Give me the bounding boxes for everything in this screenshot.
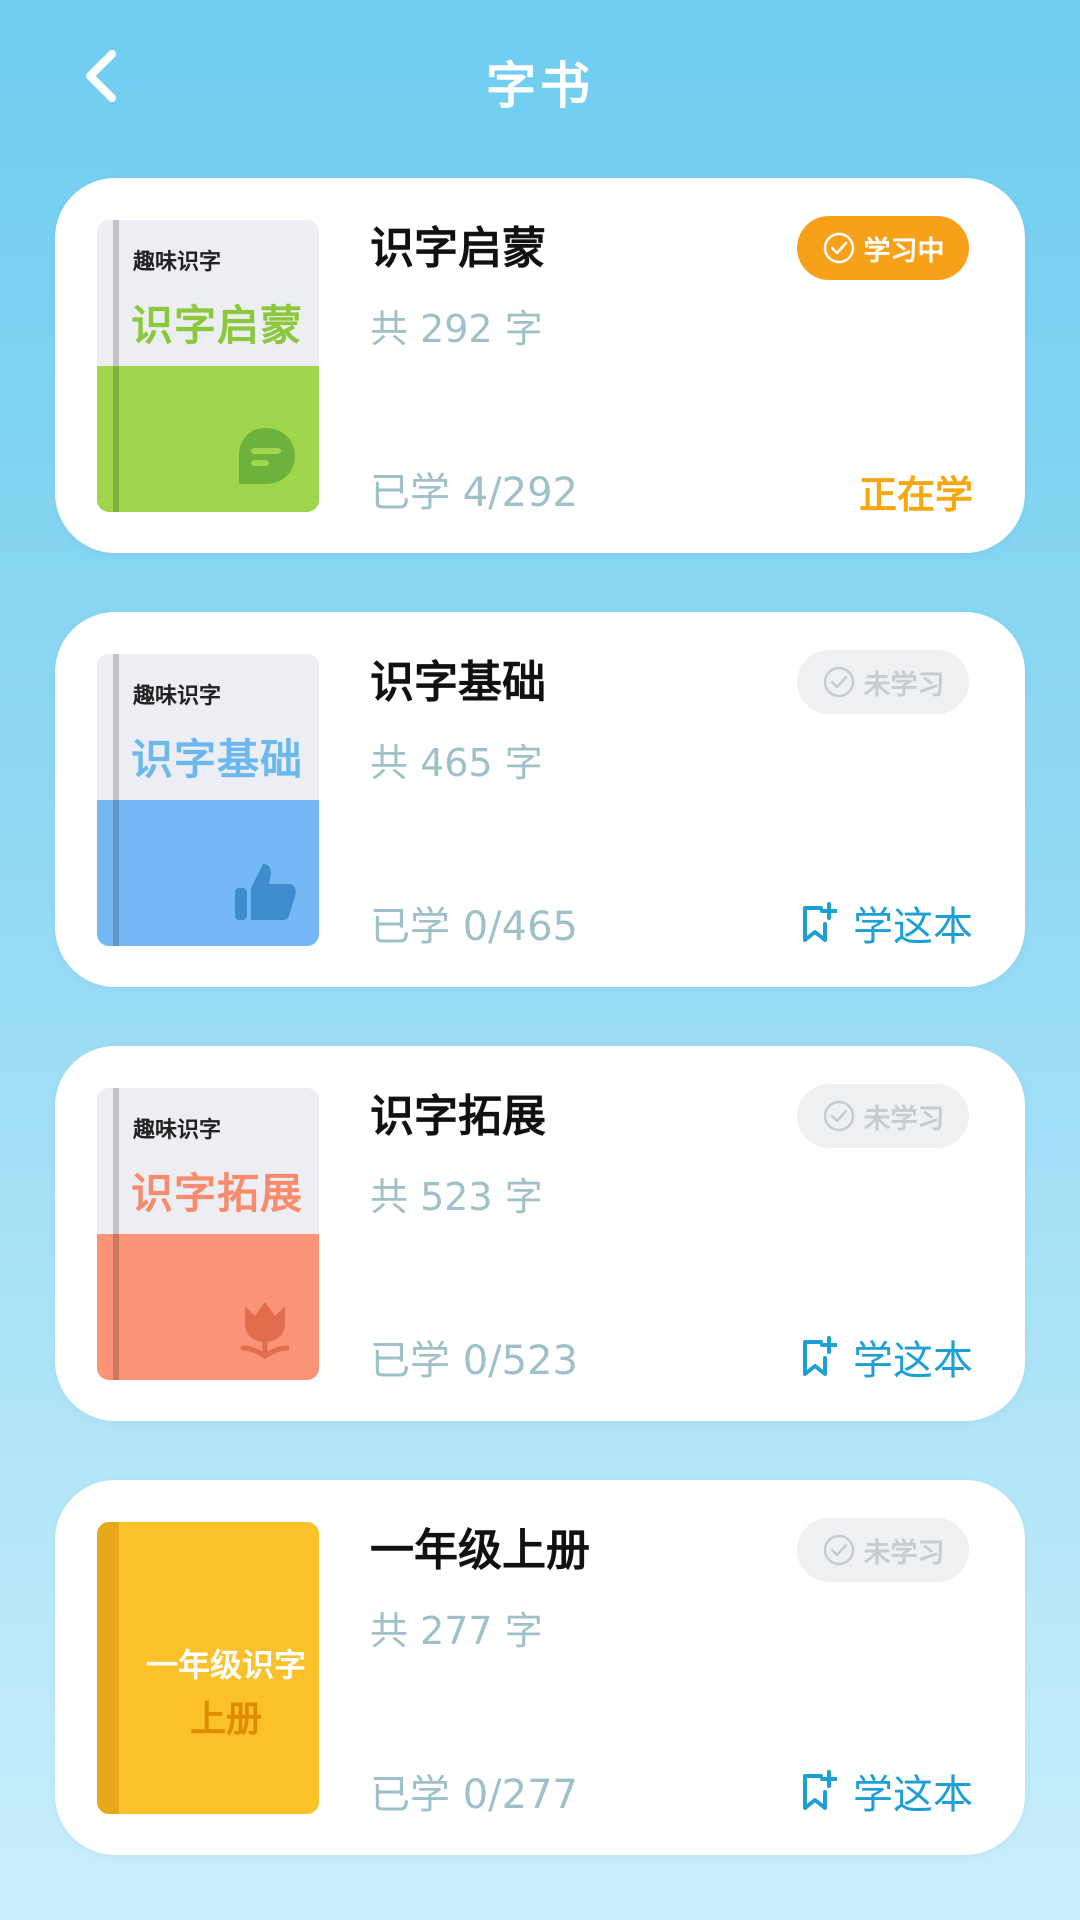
learn-this-book-label: 学这本 xyxy=(853,1338,973,1384)
cover-subtitle: 上册 xyxy=(189,1699,262,1740)
book-card-grade1-vol1[interactable]: 一年级识字 上册 一年级上册 共 277 字 已学 0/277 未学习 学这本 xyxy=(55,1480,1025,1855)
bookmark-add-icon xyxy=(803,1770,837,1810)
thumbs-up-icon xyxy=(235,864,296,920)
cover-title: 识字启蒙 xyxy=(131,301,304,350)
cover-series-label: 趣味识字 xyxy=(133,684,222,709)
book-cover: 趣味识字 识字启蒙 xyxy=(97,220,319,512)
check-circle-icon xyxy=(823,1100,854,1132)
status-badge: 未学习 xyxy=(797,650,969,714)
book-cover: 趣味识字 识字基础 xyxy=(97,654,319,946)
cover-title: 识字基础 xyxy=(131,735,304,784)
learn-this-book-button[interactable]: 学这本 xyxy=(799,894,973,952)
learned-progress: 已学 4/292 xyxy=(370,470,578,516)
book-cover: 一年级识字 上册 xyxy=(97,1522,319,1814)
flower-icon xyxy=(240,1302,290,1360)
book-title: 一年级上册 xyxy=(370,1525,590,1576)
book-title: 识字拓展 xyxy=(370,1091,546,1142)
char-count: 共 465 字 xyxy=(370,741,543,785)
learn-this-book-button[interactable]: 学这本 xyxy=(799,1762,973,1820)
check-circle-icon xyxy=(823,1534,854,1566)
learned-progress: 已学 0/277 xyxy=(370,1772,578,1818)
book-card-qimeng[interactable]: 趣味识字 识字启蒙 识字启蒙 共 292 字 已学 4/292 学习中 正在学 xyxy=(55,178,1025,553)
status-badge-label: 未学习 xyxy=(863,1103,945,1135)
learned-progress: 已学 0/523 xyxy=(370,1338,578,1384)
status-badge-label: 未学习 xyxy=(863,669,945,701)
learning-status: 正在学 xyxy=(858,473,973,517)
char-count: 共 523 字 xyxy=(370,1175,543,1219)
top-bar: 字书 xyxy=(0,0,1080,160)
status-badge: 未学习 xyxy=(797,1518,969,1582)
bookmark-add-icon xyxy=(803,1336,837,1376)
book-card-jichu[interactable]: 趣味识字 识字基础 识字基础 共 465 字 已学 0/465 未学习 学这本 xyxy=(55,612,1025,987)
book-title: 识字启蒙 xyxy=(370,223,546,274)
learned-progress: 已学 0/465 xyxy=(370,904,578,950)
cover-title: 一年级识字 xyxy=(145,1646,306,1684)
book-cover: 趣味识字 识字拓展 xyxy=(97,1088,319,1380)
status-badge-label: 未学习 xyxy=(863,1537,945,1569)
book-title: 识字基础 xyxy=(370,657,546,708)
page-title: 字书 xyxy=(486,57,594,115)
check-circle-icon xyxy=(823,666,854,698)
status-badge: 未学习 xyxy=(797,1084,969,1148)
cover-title: 识字拓展 xyxy=(131,1169,304,1218)
status-badge: 学习中 xyxy=(797,216,969,280)
char-count: 共 277 字 xyxy=(370,1609,543,1653)
chat-bubble-icon xyxy=(239,428,295,484)
learn-this-book-label: 学这本 xyxy=(853,1772,973,1818)
status-badge-label: 学习中 xyxy=(863,235,945,267)
learn-this-book-label: 学这本 xyxy=(853,904,973,950)
learn-this-book-button[interactable]: 学这本 xyxy=(799,1328,973,1386)
bookmark-add-icon xyxy=(803,902,837,942)
cover-series-label: 趣味识字 xyxy=(133,1118,222,1143)
char-count: 共 292 字 xyxy=(370,307,543,351)
check-circle-icon xyxy=(823,232,854,264)
cover-series-label: 趣味识字 xyxy=(133,250,222,275)
book-card-tuozhan[interactable]: 趣味识字 识字拓展 识字拓展 共 523 字 已学 0/523 未学习 学这本 xyxy=(55,1046,1025,1421)
